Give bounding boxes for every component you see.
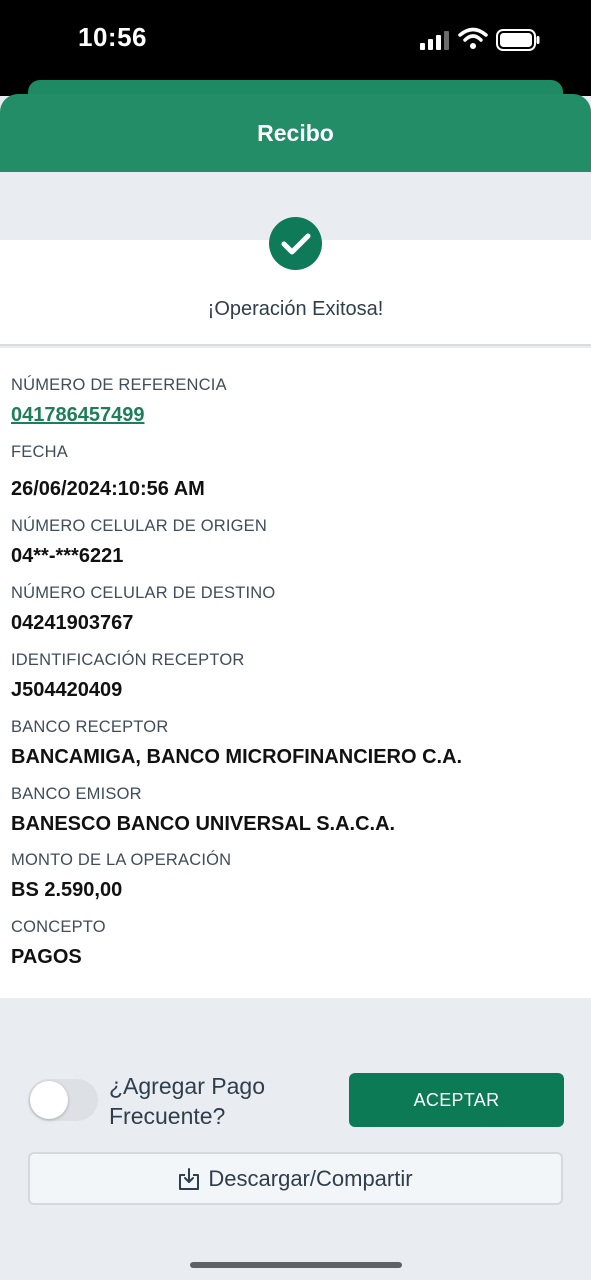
home-indicator[interactable] [190,1262,402,1268]
date-label: FECHA [11,443,68,461]
destination-value: 04241903767 [11,612,134,634]
success-message: ¡Operación Exitosa! [207,298,384,320]
concept-value: PAGOS [11,946,82,968]
wifi-icon [458,27,488,49]
date-value: 26/06/2024:10:56 AM [11,478,205,500]
accept-button[interactable]: ACEPTAR [349,1073,564,1127]
toggle-knob [30,1081,68,1119]
amount-value: BS 2.590,00 [11,879,123,901]
frequent-payment-label: ¿Agregar Pago Frecuente? [109,1073,265,1129]
receiver-id-value: J504420409 [11,679,123,701]
reference-label: NÚMERO DE REFERENCIA [11,376,227,394]
receiver-bank-label: BANCO RECEPTOR [11,718,169,736]
download-share-button[interactable]: Descargar/Compartir [28,1152,563,1205]
reference-link[interactable]: 041786457499 [11,404,144,427]
receiver-id-label: IDENTIFICACIÓN RECEPTOR [11,651,245,669]
check-circle-icon [269,217,322,270]
signal-icon [420,31,449,50]
origin-value: 04**-***6221 [11,545,124,567]
status-time: 10:56 [78,22,147,52]
share-label: Descargar/Compartir [208,1165,413,1191]
download-share-icon [179,1167,200,1190]
page-title: Recibo [257,119,334,146]
issuer-bank-label: BANCO EMISOR [11,785,142,803]
origin-label: NÚMERO CELULAR DE ORIGEN [11,517,268,535]
issuer-bank-value: BANESCO BANCO UNIVERSAL S.A.C.A. [11,813,396,835]
amount-label: MONTO DE LA OPERACIÓN [11,851,232,869]
receipt-details: NÚMERO DE REFERENCIA 041786457499 FECHA … [0,348,591,998]
concept-label: CONCEPTO [11,918,106,936]
receiver-bank-value: BANCAMIGA, BANCO MICROFINANCIERO C.A. [11,746,463,768]
destination-label: NÚMERO CELULAR DE DESTINO [11,584,276,602]
header-bar: Recibo [0,94,591,172]
battery-icon [496,29,540,51]
frequent-payment-toggle[interactable] [28,1079,98,1121]
